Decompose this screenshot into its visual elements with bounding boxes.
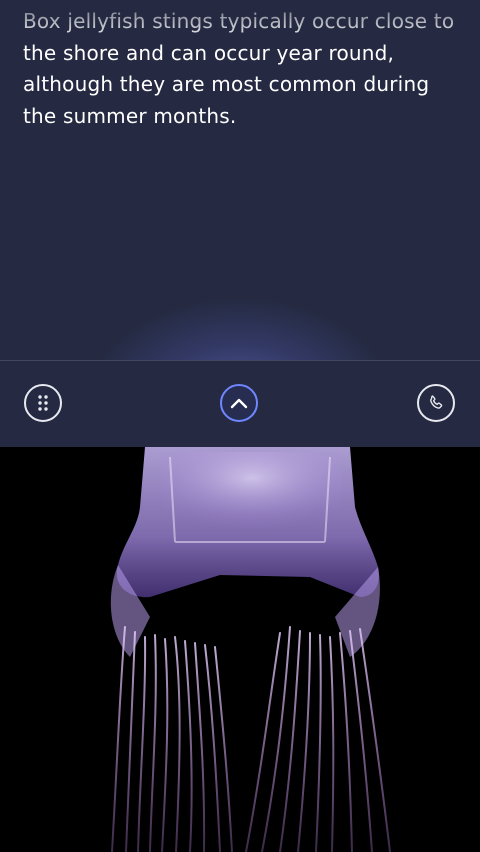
- chevron-up-icon: [230, 398, 248, 409]
- expand-button[interactable]: [220, 384, 258, 422]
- jellyfish-photo: [0, 447, 480, 852]
- article-text: Box jellyfish stings typically occur clo…: [23, 9, 455, 128]
- phone-icon: [430, 395, 443, 409]
- call-button[interactable]: [417, 384, 455, 422]
- menu-button[interactable]: [24, 384, 62, 422]
- bottom-toolbar: [0, 360, 480, 447]
- jellyfish-image: [110, 447, 391, 852]
- dots-grid-icon: [38, 395, 48, 411]
- app-screen: Box jellyfish stings typically occur clo…: [0, 0, 480, 852]
- article-panel: Box jellyfish stings typically occur clo…: [0, 0, 480, 360]
